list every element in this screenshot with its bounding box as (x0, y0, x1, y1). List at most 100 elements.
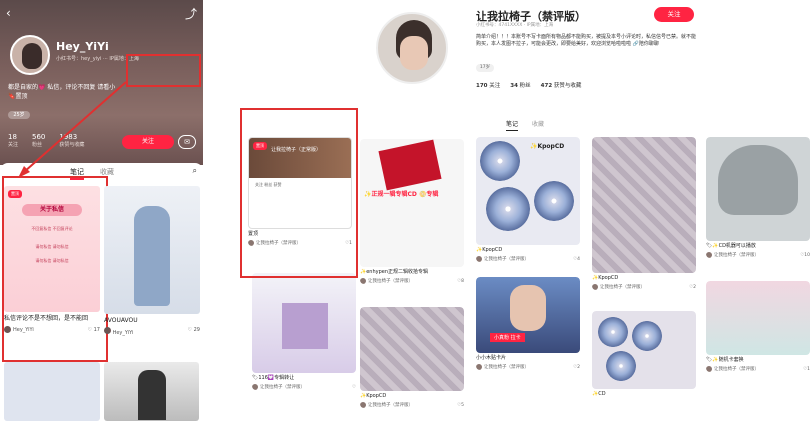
note-caption: 🏷✨随机卡套换 (706, 357, 744, 363)
avatar (706, 252, 712, 258)
cd-player-image (718, 145, 798, 215)
avatar (104, 327, 111, 334)
stat-value: 472 (540, 83, 553, 89)
avatar[interactable] (376, 12, 448, 84)
note-author: 让我拉椅子（禁评版） (714, 253, 759, 258)
cd-image (486, 187, 530, 231)
follow-button[interactable]: 关注 (122, 135, 174, 149)
note-card[interactable]: AVOUAVOU Hey_YiYi ♡ 29 (104, 186, 200, 348)
album-image (282, 303, 328, 349)
note-row-bottom (0, 362, 203, 421)
tab-collections[interactable]: 收藏 (532, 119, 544, 131)
note-author: 让我拉椅子（禁评版） (368, 403, 413, 408)
stat-likes[interactable]: 1983 获赞与收藏 (59, 133, 84, 148)
avatar (476, 364, 482, 370)
red-book-text: ✨正规一辑专辑CD 📀专辑 (364, 191, 439, 198)
note-image (592, 137, 696, 273)
phone-profile-panel: ‹ ⤴ Hey_YiYi 小红书号：hey_yiyi ··· IP属地：上海 都… (0, 0, 203, 421)
highlight-box (240, 108, 358, 278)
note-card[interactable] (4, 362, 100, 421)
search-icon[interactable]: ⌕ (193, 166, 197, 176)
profile-username: Hey_YiYi (56, 40, 109, 53)
stat-following[interactable]: 18 关注 (8, 133, 18, 148)
red-booklet-image (378, 139, 442, 191)
note-card[interactable]: ✨正规一辑专辑CD 📀专辑 ✨enhypen正规二辑收拾专辑 让我拉椅子（禁评版… (360, 139, 464, 284)
profile-tag: 17岁 (476, 64, 494, 72)
stat-value: 560 (32, 133, 46, 141)
note-caption: ✨KpopCD (592, 275, 619, 281)
note-image (706, 137, 810, 241)
stat-value: 18 (8, 133, 17, 141)
avatar (252, 384, 258, 390)
note-image: 小真粉 拉卡 (476, 277, 580, 353)
highlight-box (2, 176, 108, 362)
stat-label: 获赞与收藏 (553, 83, 582, 89)
note-likes: 2 (577, 364, 580, 370)
profile-bio: 都是自家的💗 私信，评论不回复 请看小🔖置顶 (8, 84, 116, 100)
screenshot-root: ‹ ⤴ Hey_YiYi 小红书号：hey_yiyi ··· IP属地：上海 都… (0, 0, 811, 421)
note-meta: 让我拉椅子（禁评版） ♡2 (592, 284, 696, 290)
stat-followers[interactable]: 560 粉丝 (32, 133, 45, 148)
profile-tabs: 笔记 收藏 (506, 119, 544, 131)
portrait-image (510, 285, 546, 331)
heart-icon[interactable]: ♡ (188, 327, 192, 333)
heart-icon[interactable]: ♡ (352, 385, 356, 390)
note-likes: 29 (193, 327, 200, 333)
stat-value: 1983 (59, 133, 78, 141)
note-meta: 让我拉椅子（禁评版） ♡2 (476, 364, 580, 370)
stat-label: 粉丝 (32, 142, 43, 148)
stat-likes[interactable]: 472 获赞与收藏 (541, 81, 582, 89)
profile-bio: 简单介绍！！！本账号不写卡面所有物品都不能购买，被提及本号小评论时，私信信号已禁… (476, 34, 697, 47)
note-likes: 5 (461, 402, 464, 408)
note-meta: 让我拉椅子（禁评版） ♡1 (706, 366, 810, 372)
highlight-box (126, 54, 201, 87)
note-author: 让我拉椅子（禁评版） (368, 279, 413, 284)
note-card[interactable]: 小真粉 拉卡 小小木贴卡片 让我拉椅子（禁评版） ♡2 (476, 277, 580, 370)
follow-button[interactable]: 关注 (654, 7, 694, 22)
note-author: 让我拉椅子（禁评版） (484, 365, 529, 370)
profile-stats: 170 关注 34 粉丝 472 获赞与收藏 (476, 81, 581, 89)
note-likes: 10 (804, 252, 810, 258)
note-caption: AVOUAVOU (104, 317, 138, 324)
note-author: 让我拉椅子（禁评版） (714, 367, 759, 372)
avatar[interactable] (10, 35, 50, 75)
avatar (360, 402, 366, 408)
note-author: 让我拉椅子（禁评版） (600, 285, 645, 290)
share-icon[interactable]: ⤴ (185, 5, 197, 22)
note-card[interactable]: ✨CD (592, 311, 696, 398)
stat-following[interactable]: 170 关注 (476, 81, 500, 89)
stat-label: 粉丝 (519, 83, 531, 89)
note-meta: 让我拉椅子（禁评版） ♡4 (476, 256, 580, 262)
note-card[interactable]: 🏷✨CD机器可以播放 让我拉椅子（禁评版） ♡10 (706, 137, 810, 258)
stat-label: 关注 (489, 83, 501, 89)
note-meta: 让我拉椅子（禁评版） ♡8 (360, 278, 464, 284)
note-card[interactable]: 🏷116💟专辑转让 让我拉椅子（禁评版） ♡ (252, 273, 356, 390)
note-meta: 让我拉椅子（禁评版） ♡5 (360, 402, 464, 408)
note-likes: 1 (807, 366, 810, 372)
note-author: Hey_YiYi (112, 330, 134, 336)
profile-tag: 25岁 (8, 111, 30, 119)
chat-icon[interactable]: ✉ (178, 135, 196, 149)
avatar (592, 284, 598, 290)
chevron-left-icon[interactable]: ‹ (6, 6, 11, 20)
note-caption: 🏷✨CD机器可以播放 (706, 243, 756, 249)
note-author: 让我拉椅子（禁评版） (484, 257, 529, 262)
note-card[interactable]: ✨KpopCD 让我拉椅子（禁评版） ♡5 (360, 307, 464, 408)
note-card[interactable]: 🏷✨随机卡套换 让我拉椅子（禁评版） ♡1 (706, 281, 810, 372)
tab-notes[interactable]: 笔记 (506, 119, 519, 131)
note-caption: ✨KpopCD (476, 247, 503, 253)
note-meta: Hey_YiYi ♡ 29 (104, 327, 200, 336)
note-image (252, 273, 356, 373)
note-likes: 2 (693, 284, 696, 290)
stat-followers[interactable]: 34 粉丝 (510, 81, 530, 89)
avatar (706, 366, 712, 372)
cd-image (632, 321, 662, 351)
note-likes: 8 (461, 278, 464, 284)
note-card[interactable]: ✨KpopCD 让我拉椅子（禁评版） ♡2 (592, 137, 696, 290)
cd-image (480, 141, 520, 181)
note-card[interactable] (103, 362, 199, 421)
note-caption: 🏷116💟专辑转让 (252, 375, 295, 381)
avatar (360, 278, 366, 284)
card-overlay-text: 小真粉 拉卡 (490, 333, 525, 342)
note-card[interactable]: ✨KpopCD ✨KpopCD 让我拉椅子（禁评版） ♡4 (476, 137, 580, 262)
